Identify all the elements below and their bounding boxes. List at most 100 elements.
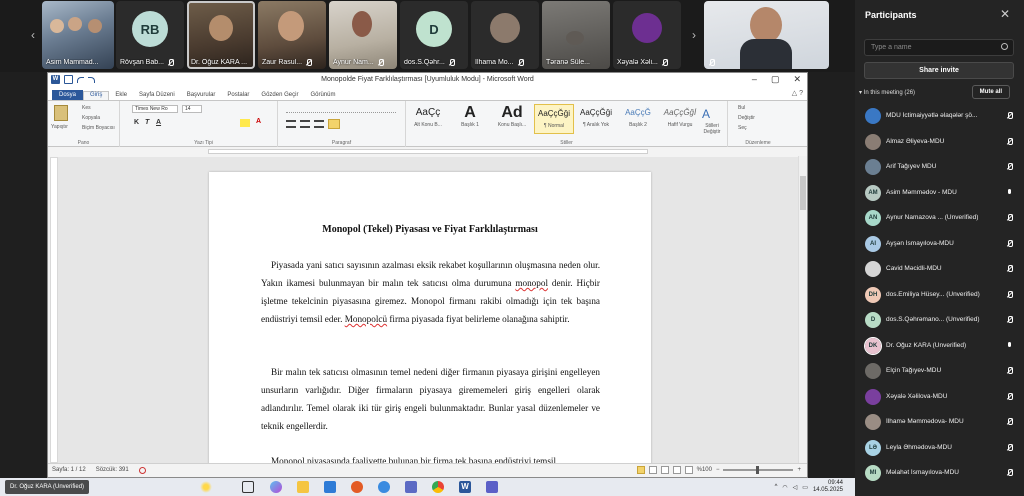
volume-icon[interactable]: ◁ bbox=[793, 484, 798, 491]
print-layout-view-button[interactable] bbox=[636, 466, 645, 474]
word-taskbar-icon[interactable]: W bbox=[459, 481, 471, 493]
wifi-icon[interactable]: ◠ bbox=[782, 484, 787, 491]
style-item[interactable]: AaÇçĞği ¶ Aralık Yok bbox=[576, 104, 616, 134]
highlight-icon[interactable] bbox=[240, 119, 250, 127]
style-item[interactable]: AaÇçĞ Başlık 2 bbox=[618, 104, 658, 134]
draft-view-button[interactable] bbox=[684, 466, 693, 474]
participant-row[interactable]: Cavid Məcidli-MDU bbox=[863, 259, 1013, 279]
format-painter-button[interactable]: Biçim Boyacısı bbox=[82, 125, 115, 131]
participant-row[interactable]: Arif Tağıyev MDU bbox=[863, 157, 1013, 177]
participant-row[interactable]: Ddos.S.Qəhrəmano... (Unverified) bbox=[863, 310, 1013, 330]
participant-row[interactable]: LƏ Leyla Əhmədova-MDU bbox=[863, 438, 1013, 458]
align-left-icon[interactable] bbox=[286, 120, 296, 128]
mic-off-icon[interactable] bbox=[1006, 316, 1013, 323]
cut-button[interactable]: Kes bbox=[82, 105, 91, 111]
participant-row[interactable]: Xəyalə Xəlilova-MDU bbox=[863, 387, 1013, 407]
participant-row[interactable]: Elçin Tağıyev-MDU bbox=[863, 361, 1013, 381]
mic-off-icon[interactable] bbox=[1006, 163, 1013, 170]
participant-tile[interactable]: Zaur Rasul... bbox=[258, 1, 326, 69]
document-area[interactable]: Monopol (Tekel) Piyasası ve Fiyat Farklı… bbox=[58, 157, 800, 464]
copy-button[interactable]: Kopyala bbox=[82, 115, 100, 121]
tab-review[interactable]: Gözden Geçir bbox=[255, 92, 304, 100]
participant-row[interactable]: MI Məlahət İsmayılova-MDU bbox=[863, 463, 1013, 483]
zoom-in-icon[interactable]: + bbox=[797, 467, 801, 473]
zoom-slider-thumb[interactable] bbox=[756, 466, 760, 474]
underline-button[interactable]: A bbox=[156, 119, 161, 126]
clock[interactable]: 09:44 14.05.2025 bbox=[813, 480, 843, 494]
close-icon[interactable]: ✕ bbox=[1000, 7, 1010, 21]
italic-button[interactable]: T bbox=[145, 119, 149, 126]
tab-view[interactable]: Görünüm bbox=[304, 92, 341, 100]
document-page[interactable]: Monopol (Tekel) Piyasası ve Fiyat Farklı… bbox=[209, 172, 651, 464]
zoom-out-icon[interactable]: − bbox=[716, 467, 720, 473]
store-icon[interactable] bbox=[324, 481, 336, 493]
mic-off-icon[interactable] bbox=[1006, 392, 1013, 400]
tab-mailings[interactable]: Postalar bbox=[221, 92, 255, 100]
in-meeting-section-header[interactable]: ▾ In this meeting (26) bbox=[859, 89, 915, 96]
paste-button[interactable]: Yapıştır bbox=[51, 124, 68, 130]
mic-off-icon[interactable] bbox=[1006, 443, 1013, 451]
paste-icon[interactable] bbox=[54, 105, 68, 121]
style-item[interactable]: Ad Konu Başlı... bbox=[492, 104, 532, 134]
mic-off-icon[interactable] bbox=[1006, 265, 1013, 272]
teams-icon[interactable] bbox=[486, 481, 498, 493]
tab-file[interactable]: Dosya bbox=[52, 90, 84, 100]
chrome-icon[interactable] bbox=[432, 481, 444, 493]
chevron-right-icon[interactable]: › bbox=[688, 28, 700, 42]
calculator-icon[interactable] bbox=[405, 481, 417, 493]
proofing-icon[interactable] bbox=[138, 467, 146, 474]
scrollbar-thumb[interactable] bbox=[800, 176, 806, 210]
page-count[interactable]: Sayfa: 1 / 12 bbox=[52, 467, 86, 474]
mic-off-icon[interactable] bbox=[1006, 137, 1013, 145]
horizontal-ruler[interactable] bbox=[48, 147, 807, 156]
zoom-slider[interactable] bbox=[723, 466, 794, 474]
participant-row[interactable]: MDU İctimaiyyətlə əlaqələr şö... bbox=[863, 106, 1013, 126]
participant-tile[interactable]: Aynur Nam... bbox=[329, 1, 397, 69]
participant-row[interactable]: AN Aynur Namazova ... (Unverified) bbox=[863, 208, 1013, 228]
participant-tile[interactable]: Təranə Süle... bbox=[542, 1, 610, 69]
font-color-button[interactable]: A bbox=[256, 118, 261, 125]
tab-references[interactable]: Başvurular bbox=[181, 92, 222, 100]
participant-row[interactable]: DH dos.Emiliya Hüsey... (Unverified) bbox=[863, 285, 1013, 305]
find-button[interactable]: Bul bbox=[738, 105, 745, 111]
style-item-normal[interactable]: AaÇçĞği ¶ Normal bbox=[534, 104, 574, 134]
participant-tile[interactable]: Asim Mammad... bbox=[42, 1, 114, 69]
vertical-scrollbar[interactable] bbox=[798, 156, 807, 464]
bold-button[interactable]: K bbox=[134, 119, 139, 126]
mic-off-icon[interactable] bbox=[1006, 290, 1013, 298]
outline-view-button[interactable] bbox=[672, 466, 681, 474]
style-item[interactable]: A Başlık 1 bbox=[450, 104, 490, 134]
maximize-button[interactable]: ▢ bbox=[771, 74, 780, 85]
battery-icon[interactable]: ▭ bbox=[802, 484, 808, 491]
help-icon[interactable]: △ ? bbox=[792, 89, 803, 97]
firefox-icon[interactable] bbox=[351, 481, 363, 493]
participant-row[interactable]: Almaz Əliyeva-MDU bbox=[863, 132, 1013, 152]
participant-tile[interactable]: D dos.S.Qəhr... bbox=[400, 1, 468, 69]
zoom-level[interactable]: %100 bbox=[697, 467, 712, 473]
participant-tile[interactable]: RB Rövşan Bab... bbox=[116, 1, 184, 69]
task-view-icon[interactable] bbox=[242, 481, 254, 493]
participant-tile[interactable]: İlhama Mo... bbox=[471, 1, 539, 69]
replace-button[interactable]: Değiştir bbox=[738, 115, 755, 121]
mute-all-button[interactable]: Mute all bbox=[971, 85, 1010, 99]
change-styles-icon[interactable]: A bbox=[702, 107, 710, 121]
style-item[interactable]: AaÇç Alt Konu B... bbox=[408, 104, 448, 134]
close-button[interactable]: ✕ bbox=[793, 74, 801, 85]
justify-icon[interactable] bbox=[328, 119, 340, 129]
widgets-icon[interactable] bbox=[200, 481, 212, 493]
participant-tile[interactable]: Dr. Oğuz KARA ... bbox=[187, 1, 255, 69]
chevron-left-icon[interactable]: ‹ bbox=[27, 28, 39, 42]
participant-row[interactable]: AM Asim Məmmədov - MDU bbox=[863, 183, 1013, 203]
copilot-icon[interactable] bbox=[270, 481, 282, 493]
share-invite-button[interactable]: Share invite bbox=[864, 62, 1014, 79]
full-screen-view-button[interactable] bbox=[648, 466, 657, 474]
participant-tile[interactable]: Xəyalə Xəli... bbox=[613, 1, 681, 69]
mic-off-icon[interactable] bbox=[1006, 418, 1013, 425]
change-styles-button[interactable]: Stilleri Değiştir bbox=[698, 123, 726, 135]
align-right-icon[interactable] bbox=[314, 120, 324, 128]
style-item[interactable]: AaÇçĞğİ Hafif Vurgu bbox=[660, 104, 700, 134]
tab-page-layout[interactable]: Sayfa Düzeni bbox=[133, 92, 181, 100]
word-count[interactable]: Sözcük: 391 bbox=[96, 467, 129, 474]
minimize-button[interactable]: – bbox=[752, 74, 757, 85]
web-layout-view-button[interactable] bbox=[660, 466, 669, 474]
